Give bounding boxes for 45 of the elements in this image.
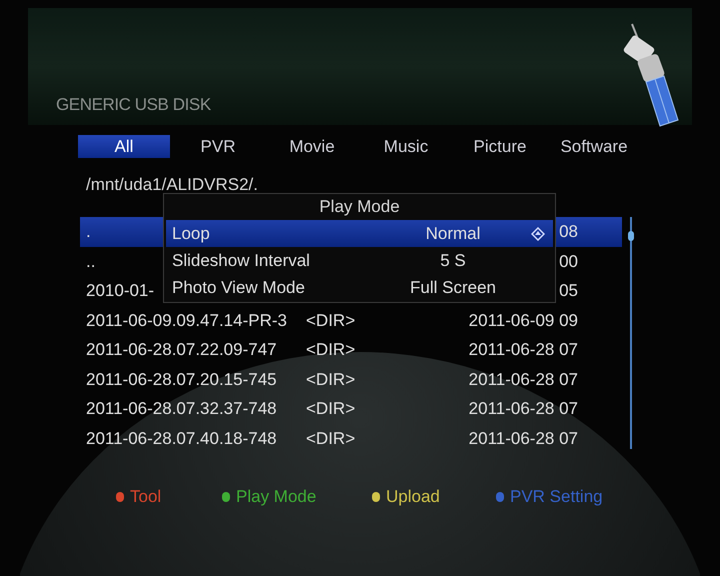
file-date: 2011-06-28 07 [468,340,578,359]
key-label: PVR Setting [510,486,603,508]
file-name: 2011-06-28.07.40.18-748 [86,428,277,448]
setting-row[interactable]: Photo View Mode Full Screen [166,274,553,301]
file-date: 2011-06-09 09 [468,310,578,330]
category-tab[interactable]: Software [548,135,640,158]
dialog-title: Play Mode [318,196,401,218]
setting-row[interactable]: Loop Normal [166,220,553,247]
setting-value: Full Screen [410,278,496,297]
file-date: 2011-06-28 07 [468,399,578,418]
file-date: 2011-06-28 07 [468,370,578,388]
category-tab[interactable]: All [78,135,170,158]
file-name: 2011-06-28.07.22.09-747 [86,340,277,359]
satellite-icon [622,22,680,128]
file-row[interactable]: 2011-06-28.07.32.37-748 <DIR> 2011-06-28 07 [80,394,622,424]
setting-value: 5 S [440,250,466,270]
key-label: Upload [386,486,440,508]
setting-label: Loop [172,224,210,243]
category-tab[interactable]: Movie [266,135,358,158]
key-label: Play Mode [236,486,316,508]
file-type: <DIR> [306,368,356,390]
file-type: <DIR> [306,310,356,332]
file-row[interactable]: 2011-06-09.09.47.14-PR-3 <DIR> 2011-06-09 09 [80,306,622,335]
setting-label: Slideshow Interval [172,250,310,270]
setting-value: Normal [426,224,480,243]
category-tab[interactable]: Picture [454,135,546,158]
file-date: 2011-06-28 07 [468,428,578,448]
key-label: Tool [130,486,162,508]
file-row[interactable]: 2011-06-28.07.22.09-747 <DIR> 2011-06-28 07 [80,335,622,364]
file-type: <DIR> [306,398,356,420]
file-name: 2011-06-28.07.32.37-748 [86,399,277,418]
setting-row[interactable]: Slideshow Interval 5 S [166,247,553,274]
file-date: 08 [559,222,578,241]
category-tab[interactable]: Music [360,135,452,158]
category-tab[interactable]: PVR [172,135,264,158]
file-name: . [86,222,91,241]
file-row[interactable]: 2011-06-28.07.20.15-745 <DIR> 2011-06-28 07 [80,364,622,394]
setting-label: Photo View Mode [172,278,305,297]
file-type: <DIR> [306,339,356,361]
file-type: <DIR> [306,428,356,450]
folder-path: /mnt/uda1/ALIDVRS2/. [86,174,259,196]
file-name: 2011-06-09.09.47.14-PR-3 [86,310,287,330]
device-title: GENERIC USB DISK [56,94,211,116]
file-row[interactable]: 2011-06-28.07.40.18-748 <DIR> 2011-06-28 07 [80,424,622,453]
file-name: 2011-06-28.07.20.15-745 [86,370,277,388]
